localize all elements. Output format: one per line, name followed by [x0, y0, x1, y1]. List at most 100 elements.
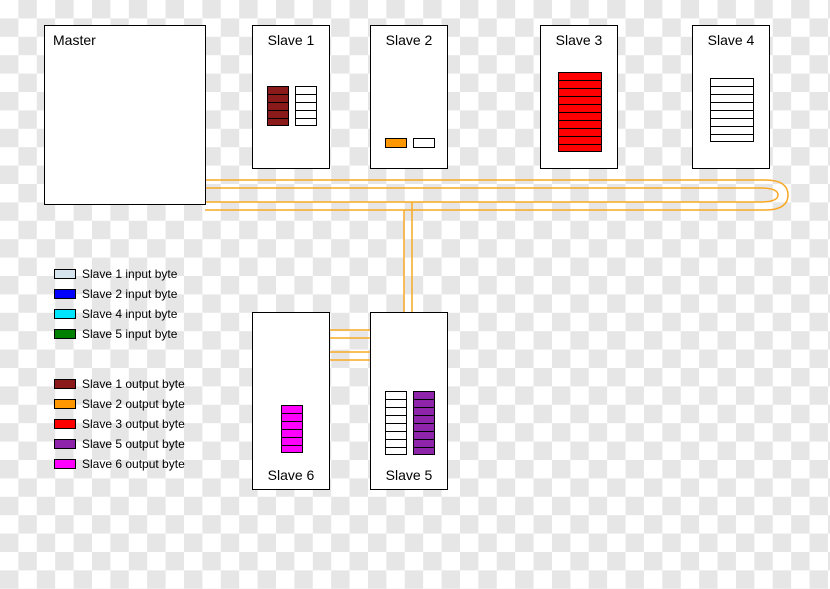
slave-2-output-byte: [385, 138, 407, 148]
legend-label: Slave 2 input byte: [82, 287, 177, 301]
byte-cell: [413, 447, 435, 455]
byte-cell: [710, 86, 754, 94]
slave-6-box: Slave 6: [252, 312, 330, 490]
slave-2-input-byte: [413, 138, 435, 148]
slave-5-title: Slave 5: [386, 467, 433, 483]
slave-1-title: Slave 1: [268, 32, 315, 48]
bus-diagram: Master Slave 1 Slave 2 Slave 3 Slave 4 S…: [0, 0, 830, 589]
slave-4-box: Slave 4: [692, 25, 770, 169]
legend-swatch: [54, 439, 76, 449]
legend-row: Slave 5 output byte: [54, 436, 185, 452]
slave-4-input-bytes: [710, 78, 754, 142]
legend-row: Slave 5 input byte: [54, 326, 177, 342]
slave-5-input-bytes: [385, 391, 407, 455]
legend-label: Slave 4 input byte: [82, 307, 177, 321]
slave-5-output-bytes: [413, 391, 435, 455]
byte-cell: [558, 88, 602, 96]
legend-label: Slave 6 output byte: [82, 457, 185, 471]
byte-cell: [710, 110, 754, 118]
legend-input-group: Slave 1 input byte Slave 2 input byte Slav…: [54, 266, 177, 346]
byte-cell: [710, 118, 754, 126]
slave-2-box: Slave 2: [370, 25, 448, 169]
byte-cell: [281, 405, 303, 413]
slave-3-title: Slave 3: [556, 32, 603, 48]
slave-1-input-bytes: [295, 86, 317, 126]
byte-cell: [558, 112, 602, 120]
byte-cell: [413, 407, 435, 415]
legend-row: Slave 1 output byte: [54, 376, 185, 392]
legend-swatch: [54, 309, 76, 319]
byte-cell: [267, 86, 289, 94]
byte-cell: [385, 399, 407, 407]
byte-cell: [413, 415, 435, 423]
slave-1-output-bytes: [267, 86, 289, 126]
byte-cell: [385, 391, 407, 399]
slave-1-box: Slave 1: [252, 25, 330, 169]
byte-cell: [413, 423, 435, 431]
legend-label: Slave 2 output byte: [82, 397, 185, 411]
legend-row: Slave 3 output byte: [54, 416, 185, 432]
byte-cell: [281, 445, 303, 453]
byte-cell: [710, 102, 754, 110]
legend-swatch: [54, 269, 76, 279]
legend-label: Slave 5 output byte: [82, 437, 185, 451]
legend-row: Slave 2 input byte: [54, 286, 177, 302]
byte-cell: [385, 447, 407, 455]
legend-swatch: [54, 289, 76, 299]
master-title: Master: [53, 32, 96, 48]
byte-cell: [295, 110, 317, 118]
byte-cell: [413, 399, 435, 407]
byte-cell: [385, 423, 407, 431]
byte-cell: [267, 118, 289, 126]
byte-cell: [295, 102, 317, 110]
byte-cell: [558, 136, 602, 144]
byte-cell: [385, 431, 407, 439]
byte-cell: [385, 439, 407, 447]
byte-cell: [558, 80, 602, 88]
byte-cell: [413, 431, 435, 439]
byte-cell: [558, 96, 602, 104]
legend-label: Slave 3 output byte: [82, 417, 185, 431]
legend-label: Slave 1 input byte: [82, 267, 177, 281]
legend-row: Slave 2 output byte: [54, 396, 185, 412]
legend-row: Slave 4 input byte: [54, 306, 177, 322]
byte-cell: [710, 134, 754, 142]
byte-cell: [558, 120, 602, 128]
byte-cell: [295, 86, 317, 94]
legend-output-group: Slave 1 output byte Slave 2 output byte Sl…: [54, 376, 185, 476]
slave-4-title: Slave 4: [708, 32, 755, 48]
byte-cell: [558, 72, 602, 80]
legend-swatch: [54, 379, 76, 389]
byte-cell: [281, 437, 303, 445]
legend-swatch: [54, 329, 76, 339]
legend-row: Slave 1 input byte: [54, 266, 177, 282]
master-box: Master: [44, 25, 206, 205]
byte-cell: [267, 94, 289, 102]
slave-6-output-bytes: [281, 405, 303, 453]
byte-cell: [413, 439, 435, 447]
legend-row: Slave 6 output byte: [54, 456, 185, 472]
byte-cell: [385, 415, 407, 423]
byte-cell: [281, 429, 303, 437]
byte-cell: [413, 391, 435, 399]
legend-label: Slave 1 output byte: [82, 377, 185, 391]
byte-cell: [295, 118, 317, 126]
slave-6-title: Slave 6: [268, 467, 315, 483]
slave-2-title: Slave 2: [386, 32, 433, 48]
byte-cell: [267, 110, 289, 118]
byte-cell: [558, 144, 602, 152]
byte-cell: [558, 128, 602, 136]
byte-cell: [281, 413, 303, 421]
legend-swatch: [54, 419, 76, 429]
byte-cell: [710, 94, 754, 102]
byte-cell: [281, 421, 303, 429]
byte-cell: [710, 126, 754, 134]
legend-swatch: [54, 399, 76, 409]
slave-3-box: Slave 3: [540, 25, 618, 169]
legend-label: Slave 5 input byte: [82, 327, 177, 341]
byte-cell: [710, 78, 754, 86]
byte-cell: [295, 94, 317, 102]
slave-5-box: Slave 5: [370, 312, 448, 490]
byte-cell: [267, 102, 289, 110]
legend-swatch: [54, 459, 76, 469]
